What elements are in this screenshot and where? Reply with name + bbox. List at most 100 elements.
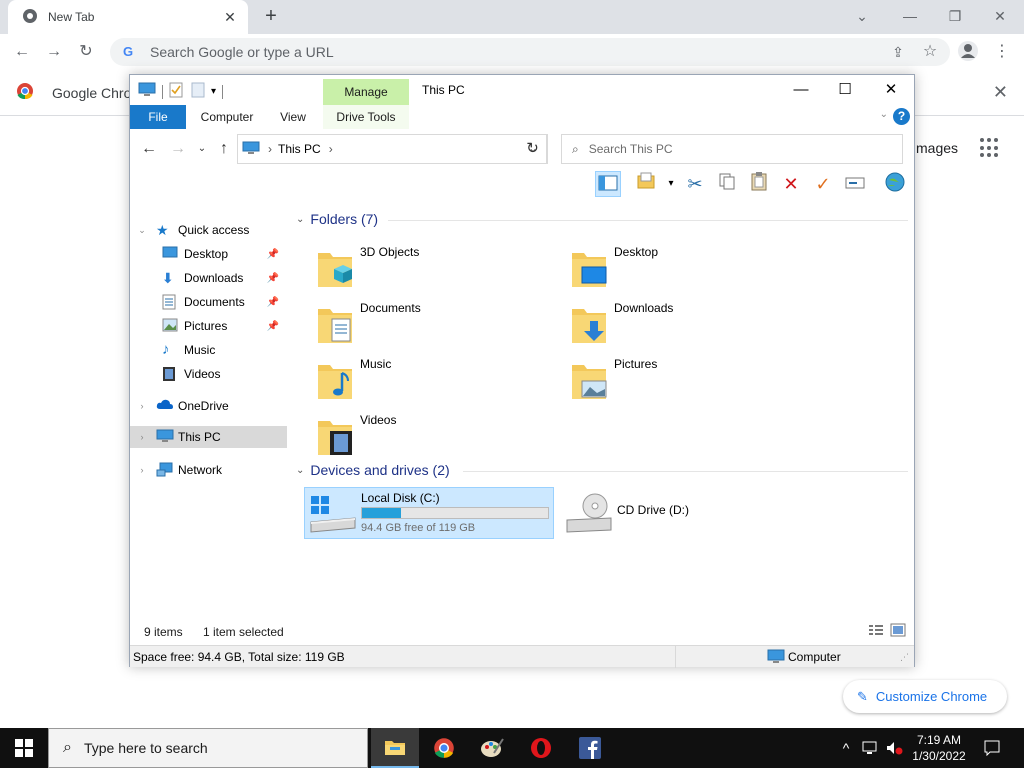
explorer-back-button[interactable]: ← xyxy=(139,139,159,159)
new-tab-button[interactable]: + xyxy=(260,5,282,27)
folder-name: Pictures xyxy=(614,357,658,371)
address-bar[interactable]: › This PC › ⌄ xyxy=(237,134,547,164)
explorer-close-button[interactable]: ✕ xyxy=(868,75,914,105)
drive-cd-d[interactable]: CD Drive (D:) xyxy=(560,487,810,539)
folder-desktop[interactable]: Desktop xyxy=(570,243,810,293)
breadcrumb-this-pc[interactable]: This PC xyxy=(278,142,321,156)
up-button[interactable]: ↑ xyxy=(214,139,234,159)
custom-toolbar: ▾ ✂ ✕ ✓ xyxy=(130,169,914,199)
globe-icon[interactable] xyxy=(882,171,908,197)
new-item-icon[interactable] xyxy=(634,171,660,197)
rename-icon[interactable] xyxy=(842,171,868,197)
large-icons-view-icon[interactable] xyxy=(890,623,906,640)
nav-network[interactable]: › Network xyxy=(130,459,287,481)
nav-videos[interactable]: Videos xyxy=(130,363,287,385)
tab-drive-tools[interactable]: Drive Tools xyxy=(323,105,409,129)
reload-button[interactable]: ↻ xyxy=(74,40,98,64)
refresh-button[interactable]: ↻ xyxy=(518,134,548,164)
expand-ribbon-icon[interactable]: ⌄ xyxy=(880,109,888,120)
collapse-chevron-icon[interactable]: ⌄ xyxy=(296,214,304,225)
help-icon[interactable]: ? xyxy=(893,108,910,125)
breadcrumb-chevron-icon[interactable]: › xyxy=(268,142,272,156)
delete-icon[interactable]: ✕ xyxy=(778,171,804,197)
new-item-dropdown-icon[interactable]: ▾ xyxy=(658,171,684,197)
forward-button[interactable]: → xyxy=(42,40,66,64)
drive-local-disk-c[interactable]: Local Disk (C:) 94.4 GB free of 119 GB xyxy=(304,487,554,539)
share-icon[interactable]: ⇪ xyxy=(886,40,910,64)
start-button[interactable] xyxy=(0,728,48,768)
tab-view[interactable]: View xyxy=(268,105,318,129)
network-tray-icon[interactable] xyxy=(860,728,882,768)
navigation-bar: ← → ⌄ ↑ › This PC › ⌄ ↻ ⌕ Search This PC xyxy=(130,131,914,167)
desktop-icon xyxy=(162,246,178,262)
local-disk-icon xyxy=(310,496,356,533)
folder-pictures-icon xyxy=(572,365,607,399)
search-box[interactable]: ⌕ Search This PC xyxy=(561,134,903,164)
taskbar-file-explorer[interactable] xyxy=(371,728,419,768)
taskbar-opera[interactable] xyxy=(517,728,565,768)
collapse-chevron-icon[interactable]: ⌄ xyxy=(296,465,304,476)
details-view-icon[interactable] xyxy=(868,623,884,640)
tab-search-chevron-icon[interactable]: ⌄ xyxy=(840,4,884,28)
properties-check-icon[interactable]: ✓ xyxy=(810,171,836,197)
google-apps-icon[interactable] xyxy=(980,138,1000,158)
tab-manage[interactable]: Manage xyxy=(323,79,409,105)
chrome-menu-icon[interactable]: ⋮ xyxy=(990,40,1014,64)
explorer-minimize-button[interactable]: — xyxy=(778,75,824,105)
copy-icon[interactable] xyxy=(714,171,740,197)
expand-chevron-icon[interactable]: › xyxy=(136,432,148,442)
omnibox[interactable]: G Search Google or type a URL xyxy=(110,38,950,66)
folder-videos[interactable]: Videos xyxy=(316,411,556,461)
resize-grip-icon[interactable]: ⋰ xyxy=(900,652,909,663)
folder-pictures[interactable]: Pictures xyxy=(570,355,810,405)
nav-onedrive[interactable]: › OneDrive xyxy=(130,395,287,417)
nav-desktop[interactable]: Desktop 📌 xyxy=(130,243,287,265)
volume-muted-icon[interactable] xyxy=(884,728,906,768)
explorer-maximize-button[interactable]: ☐ xyxy=(822,75,868,105)
folder-3d-objects[interactable]: 3D Objects xyxy=(316,243,556,293)
group-header-devices[interactable]: ⌄ Devices and drives (2) xyxy=(296,462,450,478)
explorer-forward-button[interactable]: → xyxy=(168,139,188,159)
nav-quick-access[interactable]: ⌄ ★ Quick access xyxy=(130,219,287,241)
close-bookmark-bar-icon[interactable]: ✕ xyxy=(993,82,1008,103)
new-folder-icon[interactable] xyxy=(191,82,205,101)
google-images-link[interactable]: mages xyxy=(916,140,958,156)
taskbar-clock[interactable]: 7:19 AM 1/30/2022 xyxy=(906,732,972,764)
tab-computer[interactable]: Computer xyxy=(192,105,262,129)
nav-pictures[interactable]: Pictures 📌 xyxy=(130,315,287,337)
expand-chevron-icon[interactable]: › xyxy=(136,401,148,411)
recent-locations-icon[interactable]: ⌄ xyxy=(192,139,212,159)
preview-pane-icon[interactable] xyxy=(595,171,621,197)
tab-file[interactable]: File xyxy=(130,105,186,129)
back-button[interactable]: ← xyxy=(10,40,34,64)
folder-documents[interactable]: Documents xyxy=(316,299,556,349)
taskbar-chrome[interactable] xyxy=(420,728,468,768)
group-header-folders[interactable]: ⌄ Folders (7) xyxy=(296,211,378,227)
notification-center-icon[interactable] xyxy=(980,728,1004,768)
show-hidden-icons-chevron[interactable]: ^ xyxy=(838,728,854,768)
customize-chrome-button[interactable]: ✎ Customize Chrome xyxy=(843,680,1007,713)
taskbar-search[interactable]: ⌕ Type here to search xyxy=(48,728,368,768)
taskbar-paint[interactable] xyxy=(468,728,516,768)
paste-icon[interactable] xyxy=(746,171,772,197)
close-browser-button[interactable]: ✕ xyxy=(978,4,1022,28)
folder-music[interactable]: Music xyxy=(316,355,556,405)
bookmark-star-icon[interactable]: ☆ xyxy=(918,40,942,64)
customize-qat-icon[interactable]: ▾ xyxy=(211,86,216,97)
nav-music[interactable]: ♪ Music xyxy=(130,339,287,361)
folder-downloads[interactable]: Downloads xyxy=(570,299,810,349)
properties-icon[interactable] xyxy=(169,82,183,101)
nav-documents[interactable]: Documents 📌 xyxy=(130,291,287,313)
expand-chevron-icon[interactable]: › xyxy=(136,465,148,475)
taskbar-facebook[interactable] xyxy=(566,728,614,768)
nav-this-pc[interactable]: › This PC xyxy=(130,426,287,448)
cut-icon[interactable]: ✂ xyxy=(682,171,708,197)
tab-close-icon[interactable]: ✕ xyxy=(222,9,238,26)
expand-chevron-icon[interactable]: ⌄ xyxy=(136,225,148,236)
chrome-tab-new-tab[interactable]: New Tab ✕ xyxy=(8,0,248,34)
minimize-button[interactable]: — xyxy=(888,4,932,28)
breadcrumb-chevron-icon[interactable]: › xyxy=(329,142,333,156)
profile-avatar[interactable] xyxy=(956,40,980,64)
restore-button[interactable]: ❐ xyxy=(933,4,977,28)
nav-downloads[interactable]: ⬇ Downloads 📌 xyxy=(130,267,287,289)
